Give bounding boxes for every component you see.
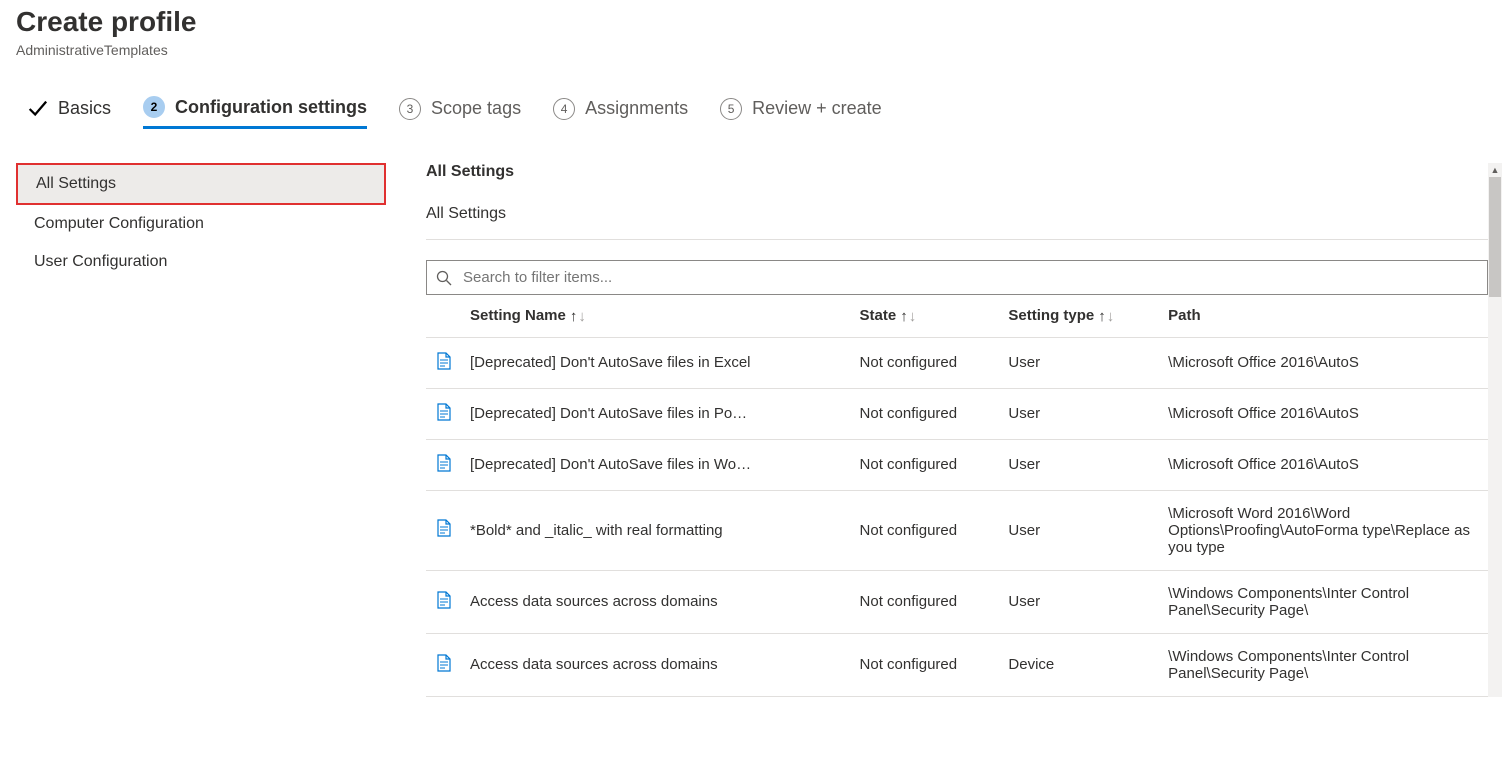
main-panel: All Settings All Settings Setting Name↑↓…: [426, 163, 1488, 697]
cell-name: [Deprecated] Don't AutoSave files in Exc…: [462, 337, 852, 388]
search-icon: [436, 270, 452, 286]
sidebar-item-user-config[interactable]: User Configuration: [16, 243, 386, 281]
document-icon: [436, 591, 452, 609]
scroll-up-icon[interactable]: ▲: [1488, 163, 1502, 177]
section-title: All Settings: [426, 163, 1488, 181]
sort-icon: ↑↓: [570, 308, 586, 325]
cell-type: User: [1000, 490, 1160, 570]
check-icon: [26, 98, 48, 120]
tab-badge-2: 2: [143, 96, 165, 118]
settings-table: Setting Name↑↓ State↑↓ Setting type↑↓ Pa…: [426, 295, 1488, 697]
cell-name: *Bold* and _italic_ with real formatting: [462, 490, 852, 570]
table-row[interactable]: [Deprecated] Don't AutoSave files in Po……: [426, 388, 1488, 439]
cell-state: Not configured: [852, 388, 1001, 439]
cell-state: Not configured: [852, 439, 1001, 490]
tab-scope[interactable]: 3 Scope tags: [399, 90, 521, 128]
col-setting-type[interactable]: Setting type↑↓: [1000, 295, 1160, 337]
tab-assignments[interactable]: 4 Assignments: [553, 90, 688, 128]
col-setting-name[interactable]: Setting Name↑↓: [462, 295, 852, 337]
wizard-tabs: Basics 2 Configuration settings 3 Scope …: [16, 88, 1488, 131]
cell-type: User: [1000, 337, 1160, 388]
scrollbar-thumb[interactable]: [1489, 177, 1501, 297]
search-input[interactable]: [426, 260, 1488, 295]
table-row[interactable]: [Deprecated] Don't AutoSave files in Exc…: [426, 337, 1488, 388]
table-row[interactable]: Access data sources across domainsNot co…: [426, 633, 1488, 696]
page-title: Create profile: [16, 6, 1488, 38]
tab-basics[interactable]: Basics: [26, 90, 111, 128]
cell-path: \Microsoft Office 2016\AutoS: [1160, 388, 1488, 439]
cell-name: [Deprecated] Don't AutoSave files in Po…: [462, 388, 852, 439]
breadcrumb: All Settings: [426, 201, 1488, 240]
cell-type: User: [1000, 388, 1160, 439]
cell-type: Device: [1000, 633, 1160, 696]
cell-path: \Windows Components\Inter Control Panel\…: [1160, 633, 1488, 696]
table-row[interactable]: Access data sources across domainsNot co…: [426, 570, 1488, 633]
cell-path: \Microsoft Word 2016\Word Options\Proofi…: [1160, 490, 1488, 570]
cell-type: User: [1000, 439, 1160, 490]
tab-review[interactable]: 5 Review + create: [720, 90, 882, 128]
cell-state: Not configured: [852, 633, 1001, 696]
sort-icon: ↑↓: [900, 308, 916, 325]
tab-config-label: Configuration settings: [175, 97, 367, 118]
sort-icon: ↑↓: [1098, 308, 1114, 325]
tab-review-label: Review + create: [752, 98, 882, 119]
document-icon: [436, 519, 452, 537]
cell-name: Access data sources across domains: [462, 633, 852, 696]
col-path[interactable]: Path: [1160, 295, 1488, 337]
cell-type: User: [1000, 570, 1160, 633]
tab-badge-3: 3: [399, 98, 421, 120]
document-icon: [436, 654, 452, 672]
table-row[interactable]: [Deprecated] Don't AutoSave files in Wo……: [426, 439, 1488, 490]
tab-scope-label: Scope tags: [431, 98, 521, 119]
cell-state: Not configured: [852, 337, 1001, 388]
tab-basics-label: Basics: [58, 98, 111, 119]
cell-state: Not configured: [852, 490, 1001, 570]
document-icon: [436, 454, 452, 472]
scrollbar[interactable]: ▲: [1488, 163, 1502, 697]
cell-state: Not configured: [852, 570, 1001, 633]
document-icon: [436, 352, 452, 370]
page-subtitle: AdministrativeTemplates: [16, 42, 1488, 58]
col-state[interactable]: State↑↓: [852, 295, 1001, 337]
cell-path: \Microsoft Office 2016\AutoS: [1160, 337, 1488, 388]
cell-path: \Windows Components\Inter Control Panel\…: [1160, 570, 1488, 633]
sidebar: All Settings Computer Configuration User…: [16, 163, 386, 697]
tab-config[interactable]: 2 Configuration settings: [143, 88, 367, 129]
tab-badge-5: 5: [720, 98, 742, 120]
table-row[interactable]: *Bold* and _italic_ with real formatting…: [426, 490, 1488, 570]
tab-badge-4: 4: [553, 98, 575, 120]
sidebar-item-all-settings[interactable]: All Settings: [16, 163, 386, 205]
cell-path: \Microsoft Office 2016\AutoS: [1160, 439, 1488, 490]
document-icon: [436, 403, 452, 421]
sidebar-item-computer-config[interactable]: Computer Configuration: [16, 205, 386, 243]
cell-name: Access data sources across domains: [462, 570, 852, 633]
tab-assign-label: Assignments: [585, 98, 688, 119]
cell-name: [Deprecated] Don't AutoSave files in Wo…: [462, 439, 852, 490]
